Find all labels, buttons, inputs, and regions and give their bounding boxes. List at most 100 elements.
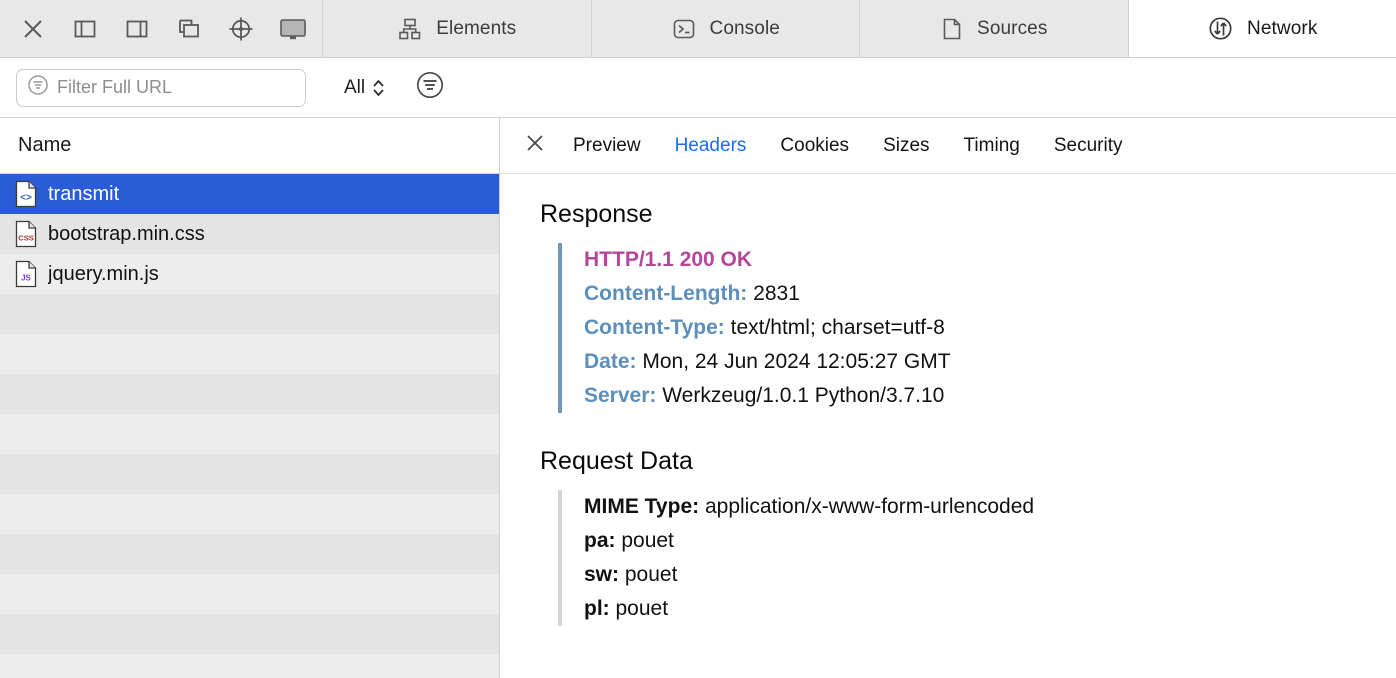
monitor-icon bbox=[278, 16, 308, 42]
response-header-row: Content-Length: 2831 bbox=[584, 277, 1396, 311]
tab-sizes[interactable]: Sizes bbox=[866, 135, 946, 157]
request-data-block: MIME Type: application/x-www-form-urlenc… bbox=[558, 490, 1396, 626]
tab-security[interactable]: Security bbox=[1037, 135, 1140, 157]
request-field-value: pouet bbox=[621, 529, 674, 552]
file-type-icon: <> bbox=[14, 180, 38, 208]
resource-type-label: All bbox=[344, 77, 365, 99]
close-inspector-button[interactable] bbox=[18, 14, 48, 44]
dock-left-icon bbox=[72, 16, 98, 42]
response-header-row: Date: Mon, 24 Jun 2024 12:05:27 GMT bbox=[584, 345, 1396, 379]
tab-sources-label: Sources bbox=[977, 18, 1047, 40]
response-header-list: Content-Length: 2831Content-Type: text/h… bbox=[584, 277, 1396, 413]
filter-settings-button[interactable] bbox=[415, 70, 445, 105]
request-field-value: pouet bbox=[616, 597, 669, 620]
list-item[interactable]: CSS bootstrap.min.css bbox=[0, 214, 499, 254]
detail-tab-bar: Preview Headers Cookies Sizes Timing Sec… bbox=[500, 118, 1396, 174]
list-item-empty[interactable] bbox=[0, 614, 499, 654]
header-key: Server: bbox=[584, 384, 656, 407]
panel-tabs: Elements Console bbox=[323, 0, 1396, 57]
column-header-name: Name bbox=[18, 134, 71, 157]
request-field-row: pa: pouet bbox=[584, 524, 1396, 558]
tab-cookies[interactable]: Cookies bbox=[763, 135, 866, 157]
tab-sources[interactable]: Sources bbox=[860, 0, 1129, 57]
request-field-row: sw: pouet bbox=[584, 558, 1396, 592]
tab-elements[interactable]: Elements bbox=[323, 0, 592, 57]
response-header-row: Server: Werkzeug/1.0.1 Python/3.7.10 bbox=[584, 379, 1396, 413]
device-mode-button[interactable] bbox=[278, 14, 308, 44]
status-line-text: HTTP/1.1 200 OK bbox=[584, 248, 752, 271]
request-field-value: pouet bbox=[625, 563, 678, 586]
chevron-up-down-icon bbox=[372, 77, 385, 99]
list-item-empty[interactable] bbox=[0, 654, 499, 678]
list-item-empty[interactable] bbox=[0, 534, 499, 574]
list-item-empty[interactable] bbox=[0, 494, 499, 534]
list-item[interactable]: <>transmit bbox=[0, 174, 499, 214]
search-input[interactable] bbox=[57, 77, 295, 98]
response-section-title: Response bbox=[540, 200, 1396, 229]
request-field-key: MIME Type: bbox=[584, 495, 699, 518]
inspector-toolbar: Elements Console bbox=[0, 0, 1396, 58]
response-header-row: Content-Type: text/html; charset=utf-8 bbox=[584, 311, 1396, 345]
resource-type-dropdown[interactable]: All bbox=[344, 77, 385, 99]
inspector-body: Name <>transmit CSS bootstrap.min.css JSjqu… bbox=[0, 118, 1396, 678]
headers-content: Response HTTP/1.1 200 OK Content-Length:… bbox=[500, 174, 1396, 678]
resource-detail-pane: Preview Headers Cookies Sizes Timing Sec… bbox=[500, 118, 1396, 678]
network-arrows-icon bbox=[1207, 15, 1234, 42]
tab-preview[interactable]: Preview bbox=[556, 135, 658, 157]
file-type-icon: JS bbox=[14, 260, 38, 288]
list-item-empty[interactable] bbox=[0, 574, 499, 614]
tab-console-label: Console bbox=[710, 18, 780, 40]
list-item[interactable]: JSjquery.min.js bbox=[0, 254, 499, 294]
dock-right-icon bbox=[124, 16, 150, 42]
list-item-empty[interactable] bbox=[0, 334, 499, 374]
filter-lines-circle-icon bbox=[415, 70, 445, 105]
svg-text:<>: <> bbox=[20, 193, 32, 204]
crosshair-icon bbox=[227, 15, 255, 43]
network-filter-bar: All bbox=[0, 58, 1396, 118]
tab-timing[interactable]: Timing bbox=[947, 135, 1037, 157]
svg-text:CSS: CSS bbox=[18, 234, 33, 243]
tab-elements-label: Elements bbox=[436, 18, 516, 40]
header-value: Mon, 24 Jun 2024 12:05:27 GMT bbox=[642, 350, 950, 373]
filter-lines-circle-icon bbox=[27, 74, 49, 101]
tab-console[interactable]: Console bbox=[592, 0, 861, 57]
inspect-element-button[interactable] bbox=[226, 14, 256, 44]
close-detail-button[interactable] bbox=[514, 132, 556, 159]
dock-left-button[interactable] bbox=[70, 14, 100, 44]
web-inspector-window: Elements Console bbox=[0, 0, 1396, 678]
resource-rows: <>transmit CSS bootstrap.min.css JSjquery.m… bbox=[0, 174, 499, 678]
request-field-key: pa: bbox=[584, 529, 616, 552]
list-column-header[interactable]: Name bbox=[0, 118, 499, 174]
filter-input-wrapper[interactable] bbox=[16, 69, 306, 107]
header-key: Date: bbox=[584, 350, 637, 373]
close-x-icon bbox=[20, 16, 46, 42]
header-value: Werkzeug/1.0.1 Python/3.7.10 bbox=[662, 384, 944, 407]
file-type-icon: CSS bbox=[14, 220, 38, 248]
close-x-icon bbox=[524, 132, 546, 159]
request-field-key: sw: bbox=[584, 563, 619, 586]
request-field-row: pl: pouet bbox=[584, 592, 1396, 626]
tab-headers[interactable]: Headers bbox=[658, 135, 764, 157]
request-field-row: MIME Type: application/x-www-form-urlenc… bbox=[584, 490, 1396, 524]
list-item-empty[interactable] bbox=[0, 454, 499, 494]
undock-window-button[interactable] bbox=[174, 14, 204, 44]
undock-window-icon bbox=[176, 16, 202, 42]
list-item-empty[interactable] bbox=[0, 294, 499, 334]
request-data-section-title: Request Data bbox=[540, 447, 1396, 476]
resource-list-pane: Name <>transmit CSS bootstrap.min.css JSjqu… bbox=[0, 118, 500, 678]
dock-controls-group bbox=[0, 0, 323, 57]
document-page-icon bbox=[940, 16, 964, 42]
request-field-key: pl: bbox=[584, 597, 610, 620]
request-field-value: application/x-www-form-urlencoded bbox=[705, 495, 1034, 518]
list-item-empty[interactable] bbox=[0, 414, 499, 454]
header-value: text/html; charset=utf-8 bbox=[731, 316, 945, 339]
console-prompt-icon bbox=[671, 16, 697, 42]
response-status-line: HTTP/1.1 200 OK bbox=[584, 243, 1396, 277]
tab-network[interactable]: Network bbox=[1129, 0, 1396, 57]
response-headers-block: HTTP/1.1 200 OK Content-Length: 2831Cont… bbox=[558, 243, 1396, 413]
header-key: Content-Length: bbox=[584, 282, 747, 305]
dock-right-button[interactable] bbox=[122, 14, 152, 44]
list-item-empty[interactable] bbox=[0, 374, 499, 414]
tab-network-label: Network bbox=[1247, 18, 1317, 40]
list-item-label: bootstrap.min.css bbox=[48, 223, 205, 246]
